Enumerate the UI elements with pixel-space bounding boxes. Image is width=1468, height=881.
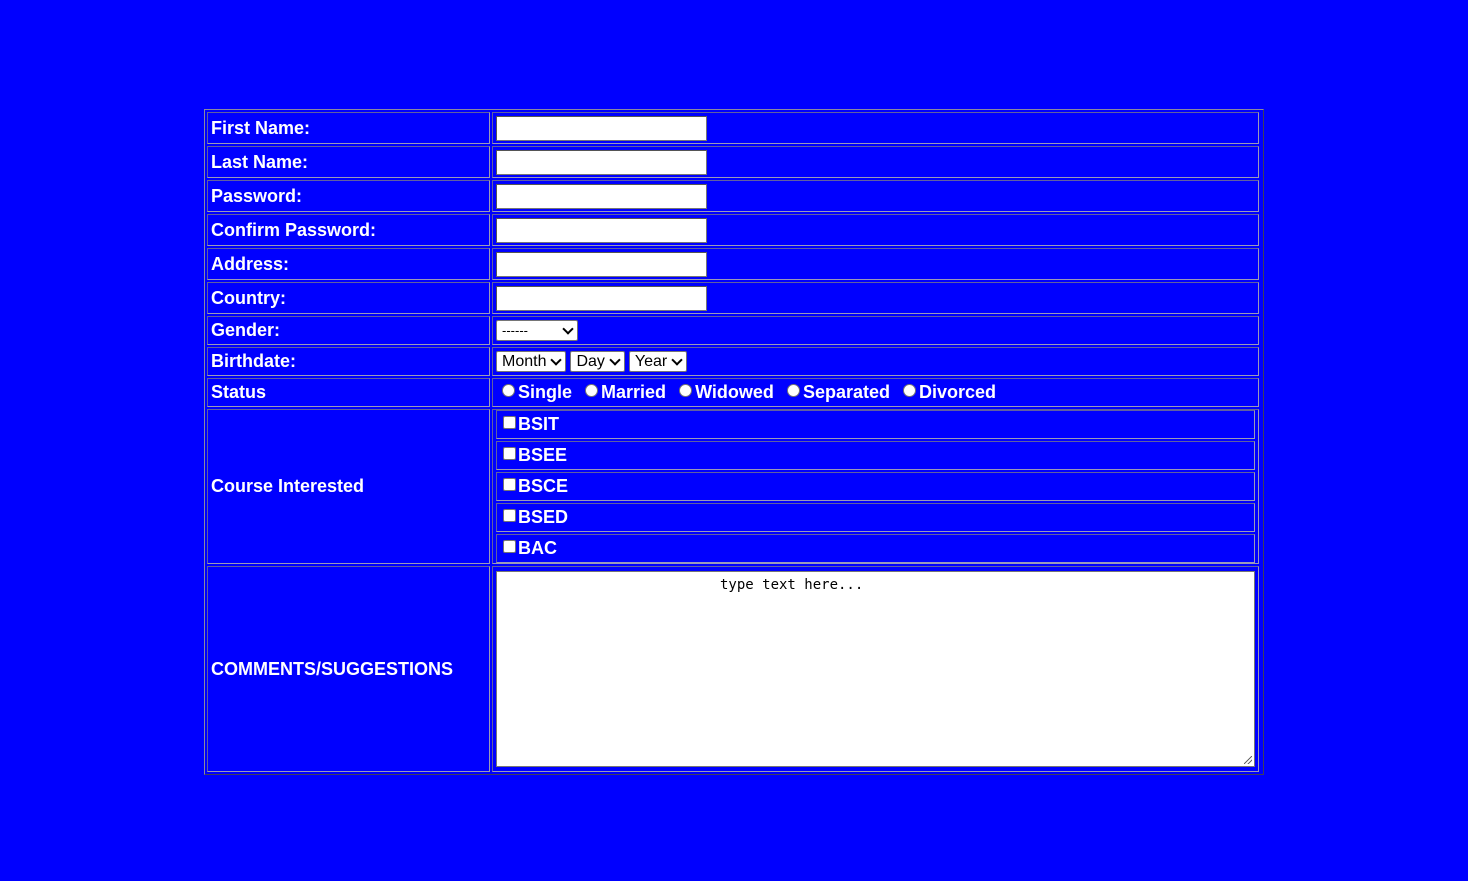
birth-year-select[interactable]: Year — [628, 351, 688, 373]
chevron-down-icon — [550, 354, 563, 366]
birth-day-select[interactable]: Day — [570, 351, 625, 373]
birth-year-value: Year — [634, 352, 668, 370]
course-option-bac[interactable]: BAC — [496, 534, 1255, 563]
chevron-down-icon — [609, 354, 621, 366]
comments-text: type text here... — [720, 577, 864, 593]
registration-form: First Name: Last Name: Password: Confirm… — [204, 109, 1264, 775]
course-option-bsit[interactable]: BSIT — [496, 410, 1255, 439]
first-name-label: First Name: — [207, 112, 490, 144]
course-option-bsee[interactable]: BSEE — [496, 441, 1255, 470]
password-input[interactable] — [496, 183, 707, 209]
confirm-password-label: Confirm Password: — [207, 214, 490, 246]
status-option-label: Divorced — [919, 382, 997, 402]
course-option-bsed[interactable]: BSED — [496, 503, 1255, 532]
status-option-single[interactable]: Single — [496, 382, 572, 403]
checkbox[interactable] — [503, 508, 516, 522]
comments-label: COMMENTS/SUGGESTIONS — [207, 566, 490, 772]
course-option-label: BSED — [518, 507, 569, 527]
chevron-down-icon — [562, 323, 574, 335]
radio-button[interactable] — [786, 383, 800, 397]
course-option-label: BAC — [518, 538, 557, 558]
checkbox[interactable] — [503, 415, 516, 429]
course-option-label: BSEE — [518, 445, 568, 465]
status-option-label: Single — [518, 382, 573, 402]
course-checkbox-list: BSIT BSEE BSCE BSED BAC — [496, 408, 1255, 565]
status-option-label: Widowed — [695, 382, 774, 402]
status-radio-group: Single Married Widowed Separated Divorce… — [492, 378, 1259, 407]
password-label: Password: — [207, 180, 490, 212]
country-input[interactable] — [496, 285, 707, 311]
country-label: Country: — [207, 282, 490, 314]
address-label: Address: — [207, 248, 490, 280]
address-input[interactable] — [496, 251, 707, 277]
radio-button[interactable] — [585, 383, 599, 397]
chevron-down-icon — [671, 354, 683, 366]
course-option-label: BSCE — [518, 476, 569, 496]
status-option-married[interactable]: Married — [579, 382, 666, 403]
checkbox[interactable] — [503, 539, 516, 553]
status-option-widowed[interactable]: Widowed — [673, 382, 774, 403]
form-table: First Name: Last Name: Password: Confirm… — [205, 110, 1261, 774]
checkbox[interactable] — [503, 477, 516, 491]
last-name-input[interactable] — [496, 149, 707, 175]
status-option-label: Separated — [802, 382, 890, 402]
status-option-divorced[interactable]: Divorced — [897, 382, 996, 403]
course-option-bsce[interactable]: BSCE — [496, 472, 1255, 501]
course-option-label: BSIT — [518, 414, 560, 434]
status-option-separated[interactable]: Separated — [781, 382, 890, 403]
birth-day-value: Day — [576, 352, 605, 370]
gender-select[interactable]: ------ — [496, 320, 578, 342]
resize-grip-icon[interactable] — [1244, 756, 1252, 764]
first-name-input[interactable] — [496, 115, 707, 141]
status-option-label: Married — [601, 382, 667, 402]
last-name-label: Last Name: — [207, 146, 490, 178]
comments-textarea[interactable]: type text here... — [496, 571, 1255, 767]
birth-month-value: Month — [502, 352, 547, 370]
confirm-password-input[interactable] — [496, 217, 707, 243]
radio-button[interactable] — [502, 383, 515, 397]
checkbox[interactable] — [503, 446, 516, 460]
status-label: Status — [207, 378, 490, 407]
course-label: Course Interested — [207, 409, 490, 564]
radio-button[interactable] — [679, 383, 693, 397]
birth-month-select[interactable]: Month — [496, 351, 567, 373]
gender-label: Gender: — [207, 316, 490, 345]
radio-button[interactable] — [903, 383, 916, 397]
birthdate-label: Birthdate: — [207, 347, 490, 376]
gender-selected-value: ------ — [502, 323, 528, 339]
